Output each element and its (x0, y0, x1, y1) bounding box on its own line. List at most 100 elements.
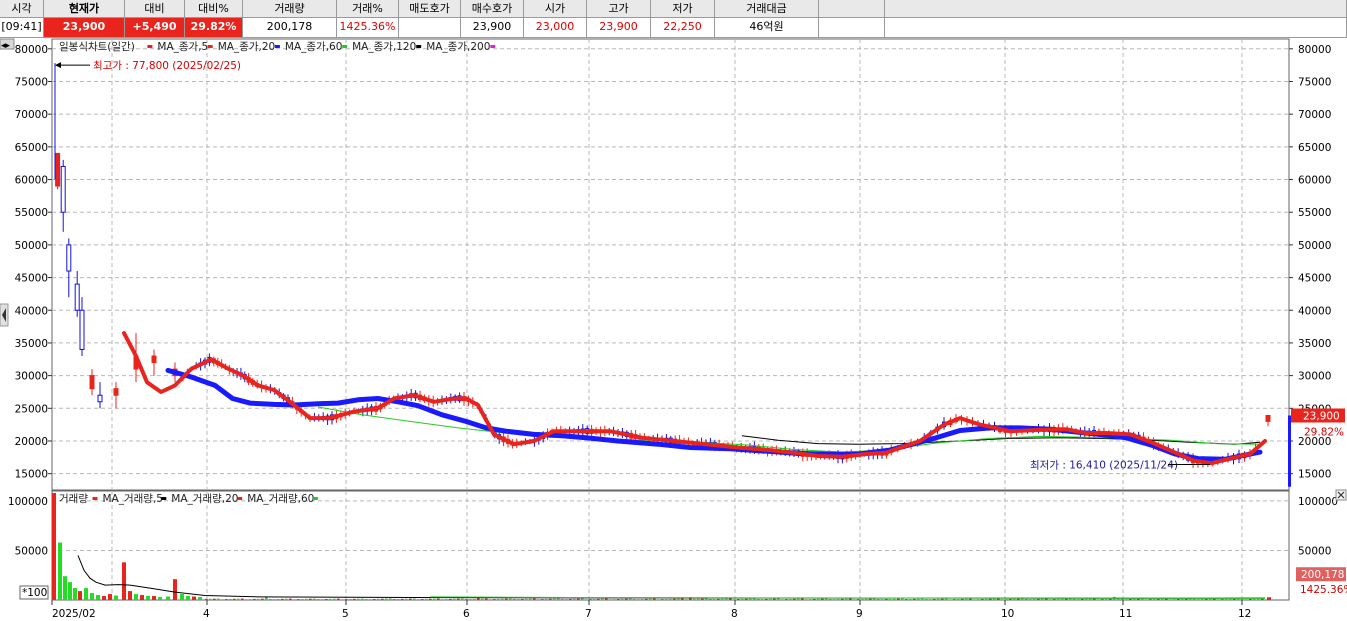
volume-bar (581, 598, 584, 600)
volume-bar (821, 598, 824, 600)
volume-bar (653, 598, 656, 600)
volume-bar (1181, 598, 1184, 600)
volume-bar (773, 598, 776, 600)
price-legend-item: MA_종가,5 (157, 41, 208, 53)
volume-bar (1133, 598, 1136, 600)
volume-bar (801, 598, 804, 600)
date-tick-label: 12 (1238, 608, 1251, 620)
volume-bar (241, 598, 244, 600)
volume-bar (661, 599, 664, 600)
volume-bar (913, 598, 916, 600)
volume-bar (877, 599, 880, 600)
header-label-5: 거래% (337, 0, 399, 18)
volume-bar (269, 599, 272, 600)
price-tick-label: 35000 (15, 338, 48, 350)
expand-handle[interactable]: ◂▸ (0, 38, 15, 51)
volume-bar (1021, 598, 1024, 600)
volume-bar (609, 599, 612, 600)
price-legend-item: 일봉식차트(일간) (59, 40, 135, 53)
left-scroll-arrow[interactable] (0, 303, 9, 327)
volume-bar (1109, 598, 1112, 600)
volume-bar (777, 598, 780, 600)
volume-bar (597, 598, 600, 600)
volume-bar (309, 598, 312, 600)
volume-bar (637, 599, 640, 600)
header-empty (819, 18, 885, 38)
volume-bar (1077, 599, 1080, 600)
volume-bar (677, 598, 680, 600)
volume-bar (1041, 598, 1044, 600)
volume-bar (625, 598, 628, 600)
volume-bar (140, 595, 144, 600)
current-price-tag: 23,900 (1303, 410, 1340, 422)
volume-bar (709, 599, 712, 600)
volume-bar (253, 598, 256, 600)
volume-bar (741, 598, 744, 600)
price-panel (51, 38, 1290, 491)
volume-bar (152, 596, 156, 600)
date-tick-label: 11 (1119, 608, 1132, 620)
header-value-4: 200,178 (243, 18, 337, 38)
volume-bar (213, 598, 216, 600)
price-tick-label: 60000 (1298, 175, 1331, 187)
panel-close-icon[interactable] (1335, 489, 1347, 501)
volume-bar (533, 598, 536, 600)
date-tick-label: 10 (1001, 608, 1014, 620)
volume-bar (549, 598, 552, 600)
volume-bar (589, 599, 592, 600)
header-label-11: 거래대금 (715, 0, 819, 18)
volume-bar (114, 595, 118, 600)
volume-bar (1093, 598, 1096, 600)
volume-bar (509, 598, 512, 600)
price-tick-label: 35000 (1298, 338, 1331, 350)
header-empty (819, 0, 885, 18)
volume-bar (957, 599, 960, 600)
header-empty (885, 18, 1347, 38)
volume-bar (865, 598, 868, 600)
volume-tick-label: 50000 (1298, 545, 1331, 557)
volume-bar (341, 599, 344, 600)
volume-bar (889, 598, 892, 600)
volume-bar (853, 599, 856, 600)
volume-bar (761, 599, 764, 600)
volume-bar (1129, 598, 1132, 600)
price-tick-label: 65000 (15, 142, 48, 154)
volume-bar (925, 599, 928, 600)
legend-swatch (237, 497, 243, 500)
price-tick-label: 25000 (15, 403, 48, 415)
volume-bar (1233, 598, 1236, 600)
volume-bar (381, 598, 384, 600)
volume-bar (937, 598, 940, 600)
volume-bar (497, 598, 500, 600)
candle-body (55, 152, 61, 187)
volume-bar (949, 599, 952, 600)
price-tick-label: 55000 (1298, 207, 1331, 219)
price-tick-label: 40000 (1298, 305, 1331, 317)
volume-bar (1025, 599, 1028, 600)
volume-bar (166, 596, 170, 600)
volume-bar (369, 599, 372, 600)
volume-bar (825, 598, 828, 600)
volume-bar (465, 599, 468, 600)
volume-bar (1037, 598, 1040, 600)
volume-bar (769, 598, 772, 600)
volume-bar (817, 598, 820, 600)
low-price-annotation: 최저가 : 16,410 (2025/11/24) (1030, 459, 1178, 471)
volume-bar (249, 599, 252, 600)
volume-bar (697, 598, 700, 600)
legend-swatch (313, 497, 319, 500)
volume-bar (1201, 598, 1204, 600)
volume-bar (945, 598, 948, 600)
price-legend-item: MA_종가,120 (352, 41, 416, 53)
volume-legend-item: MA_거래량,60 (247, 493, 314, 505)
date-tick-label: 2025/02 (52, 608, 96, 620)
volume-bar (1009, 598, 1012, 600)
volume-bar (1057, 598, 1060, 600)
volume-bar (641, 598, 644, 600)
volume-bar (797, 598, 800, 600)
stock-chart[interactable]: 15000 20000 25000 30000 35000 40000 45000 50000… (0, 38, 1347, 621)
volume-bar (489, 599, 492, 600)
header-value-6 (399, 18, 461, 38)
volume-bar (717, 598, 720, 600)
price-legend-item: MA_종가,200 (426, 41, 490, 53)
